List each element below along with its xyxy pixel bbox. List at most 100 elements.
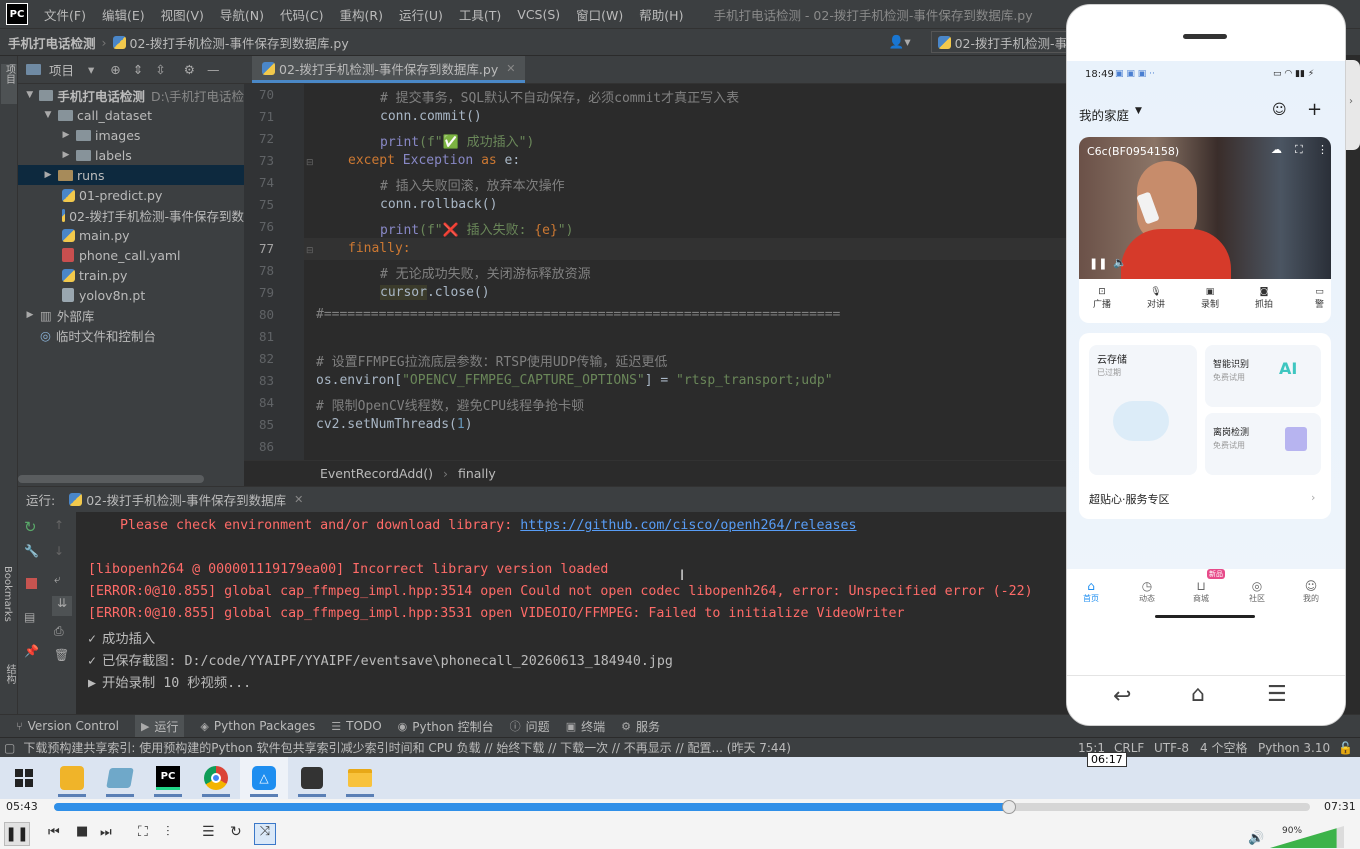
user-icon[interactable]: 👤▾ [889, 34, 911, 50]
tool-python-packages[interactable]: ◈ Python Packages [200, 719, 315, 733]
structure-tool-button[interactable]: 结构 [2, 664, 17, 684]
file-explorer-icon[interactable] [336, 757, 384, 799]
tool-run[interactable]: ▶ 运行 [134, 715, 185, 737]
print-icon[interactable]: ⎙ [54, 624, 64, 639]
collapse-arrow-icon[interactable]: ▶ [60, 130, 72, 140]
menu-edit[interactable]: 编辑(E) [102, 5, 145, 24]
menu-refactor[interactable]: 重构(R) [340, 5, 383, 24]
seek-bar[interactable] [54, 800, 1310, 814]
python-interpreter[interactable]: Python 3.10 [1258, 741, 1330, 755]
down-arrow-icon[interactable]: ↓ [54, 544, 64, 558]
add-icon[interactable]: + [1307, 99, 1322, 120]
locate-icon[interactable]: ⊕ [110, 62, 120, 77]
previous-button[interactable]: ⏮ [48, 825, 60, 840]
tree-item-predict[interactable]: 01-predict.py [18, 185, 244, 205]
pin-icon[interactable]: 📌 [24, 644, 39, 658]
windows-start-icon[interactable] [0, 757, 48, 799]
collapse-arrow-icon[interactable]: ▶ [24, 310, 36, 320]
stop-icon[interactable] [26, 578, 37, 589]
nav-home[interactable]: ⌂ 首页 [1083, 579, 1099, 604]
shuffle-button[interactable]: ⤨ [254, 823, 276, 845]
file-encoding[interactable]: UTF-8 [1154, 741, 1189, 755]
leave-post-card[interactable]: 离岗检测 免费试用 [1205, 413, 1321, 475]
tree-root[interactable]: ▼ 手机打电话检测 D:\手机打电话检 [18, 85, 244, 105]
lock-icon[interactable]: 🔓 [1338, 741, 1353, 755]
menu-view[interactable]: 视图(V) [161, 5, 204, 24]
tool-terminal[interactable]: ▣ 终端 [566, 718, 605, 735]
snapshot-button[interactable]: ◙ 抓拍 [1255, 287, 1273, 310]
fullscreen-button[interactable]: ⛶ [138, 824, 148, 840]
next-button[interactable]: ⏭ [100, 825, 112, 840]
up-arrow-icon[interactable]: ↑ [54, 518, 64, 532]
run-console[interactable]: Please check environment and/or download… [76, 512, 1066, 714]
close-icon[interactable]: ✕ [506, 62, 515, 75]
expand-all-icon[interactable]: ⇕ [133, 62, 143, 77]
broadcast-button[interactable]: ⊡ 广播 [1093, 287, 1111, 310]
menu-code[interactable]: 代码(C) [280, 5, 323, 24]
status-message[interactable]: 下载预构建共享索引: 使用预构建的Python 软件包共享索引减少索引时间和 C… [23, 739, 1083, 756]
fullscreen-icon[interactable]: ⛶ [1295, 143, 1303, 157]
breadcrumb-block[interactable]: finally [458, 466, 496, 481]
console-link[interactable]: https://github.com/cisco/openh264/releas… [520, 518, 856, 533]
nav-shop[interactable]: ⊔ 商城 [1193, 579, 1209, 604]
record-button[interactable]: ▣ 录制 [1201, 287, 1219, 310]
tool-services[interactable]: ⚙ 服务 [621, 718, 660, 735]
menu-tools[interactable]: 工具(T) [459, 5, 501, 24]
smart-detection-card[interactable]: 智能识别 免费试用 AI [1205, 345, 1321, 407]
volume-icon[interactable]: 🔈 [1113, 256, 1127, 269]
nav-project[interactable]: 手机打电话检测 [8, 33, 96, 52]
tree-item-event-save[interactable]: 02-拨打手机检测-事件保存到数 [18, 205, 244, 225]
menu-vcs[interactable]: VCS(S) [517, 7, 560, 22]
settings-button[interactable]: ⫶ [166, 824, 170, 840]
playlist-button[interactable]: ☰ [202, 824, 215, 840]
nav-profile[interactable]: ☺ 我的 [1303, 579, 1319, 604]
tree-item-main[interactable]: main.py [18, 225, 244, 245]
cloud-icon[interactable]: ☁ [1271, 143, 1282, 156]
menu-icon[interactable]: ☰ [1267, 682, 1287, 707]
collapse-arrow-icon[interactable]: ▶ [60, 150, 72, 160]
seek-handle[interactable] [1001, 800, 1016, 814]
cloud-storage-card[interactable]: 云存储 已过期 [1089, 345, 1197, 475]
notebook-app-icon[interactable] [96, 757, 144, 799]
message-icon[interactable]: ☺ [1272, 102, 1287, 118]
volume-slider[interactable] [1270, 826, 1344, 848]
volume-icon[interactable]: 🔊 [1248, 831, 1264, 846]
nav-community[interactable]: ◎ 社区 [1249, 579, 1265, 604]
close-icon[interactable]: ✕ [294, 493, 303, 506]
camera-app-icon[interactable] [288, 757, 336, 799]
tree-item-runs[interactable]: ▶ runs [18, 165, 244, 185]
menu-help[interactable]: 帮助(H) [639, 5, 683, 24]
tree-item-external-libs[interactable]: ▶ ▥ 外部库 [18, 305, 244, 325]
code-area[interactable]: # 提交事务，SQL默认不自动保存，必须commit才真正写入表 conn.co… [244, 84, 1066, 460]
phone-mirror-app-icon[interactable]: △ [240, 757, 288, 799]
nav-file[interactable]: 02-拨打手机检测-事件保存到数据库.py [130, 33, 349, 52]
phone-side-panel-toggle[interactable]: › [1346, 60, 1360, 150]
tree-item-train[interactable]: train.py [18, 265, 244, 285]
project-tool-button[interactable]: 项目 [1, 64, 17, 104]
service-zone-link[interactable]: 超贴心·服务专区 [1089, 491, 1170, 507]
chrome-app-icon[interactable] [192, 757, 240, 799]
chevron-down-icon[interactable]: ▼ [1135, 106, 1142, 116]
menu-navigate[interactable]: 导航(N) [220, 5, 264, 24]
layout-icon[interactable]: ▤ [24, 610, 35, 624]
expand-arrow-icon[interactable]: ▼ [24, 90, 35, 100]
home-title[interactable]: 我的家庭 [1079, 105, 1129, 124]
tree-item-scratches[interactable]: ◎ 临时文件和控制台 [18, 325, 244, 345]
run-config-select[interactable]: 02-拨打手机检测-事 [930, 31, 1075, 53]
menu-file[interactable]: 文件(F) [44, 5, 86, 24]
breadcrumb-function[interactable]: EventRecordAdd() [320, 466, 433, 481]
tree-item-yaml[interactable]: phone_call.yaml [18, 245, 244, 265]
run-tab-label[interactable]: 02-拨打手机检测-事件保存到数据库 [86, 490, 286, 509]
soft-wrap-icon[interactable]: ⤶ [54, 572, 61, 587]
tree-item-call-dataset[interactable]: ▼ call_dataset [18, 105, 244, 125]
layout-icon[interactable]: ▢ [4, 741, 15, 755]
indent-setting[interactable]: 4 个空格 [1200, 739, 1247, 756]
collapse-all-icon[interactable]: ⇳ [155, 62, 165, 77]
alarm-button[interactable]: ▭ 警 [1315, 287, 1324, 310]
pycharm-app-icon[interactable]: PC [144, 757, 192, 799]
scroll-to-end-icon[interactable]: ⇊ [52, 596, 72, 616]
tree-item-labels[interactable]: ▶ labels [18, 145, 244, 165]
editor-tab-active[interactable]: 02-拨打手机检测-事件保存到数据库.py ✕ [252, 56, 526, 83]
rerun-icon[interactable]: ↻ [24, 518, 37, 536]
tree-item-images[interactable]: ▶ images [18, 125, 244, 145]
